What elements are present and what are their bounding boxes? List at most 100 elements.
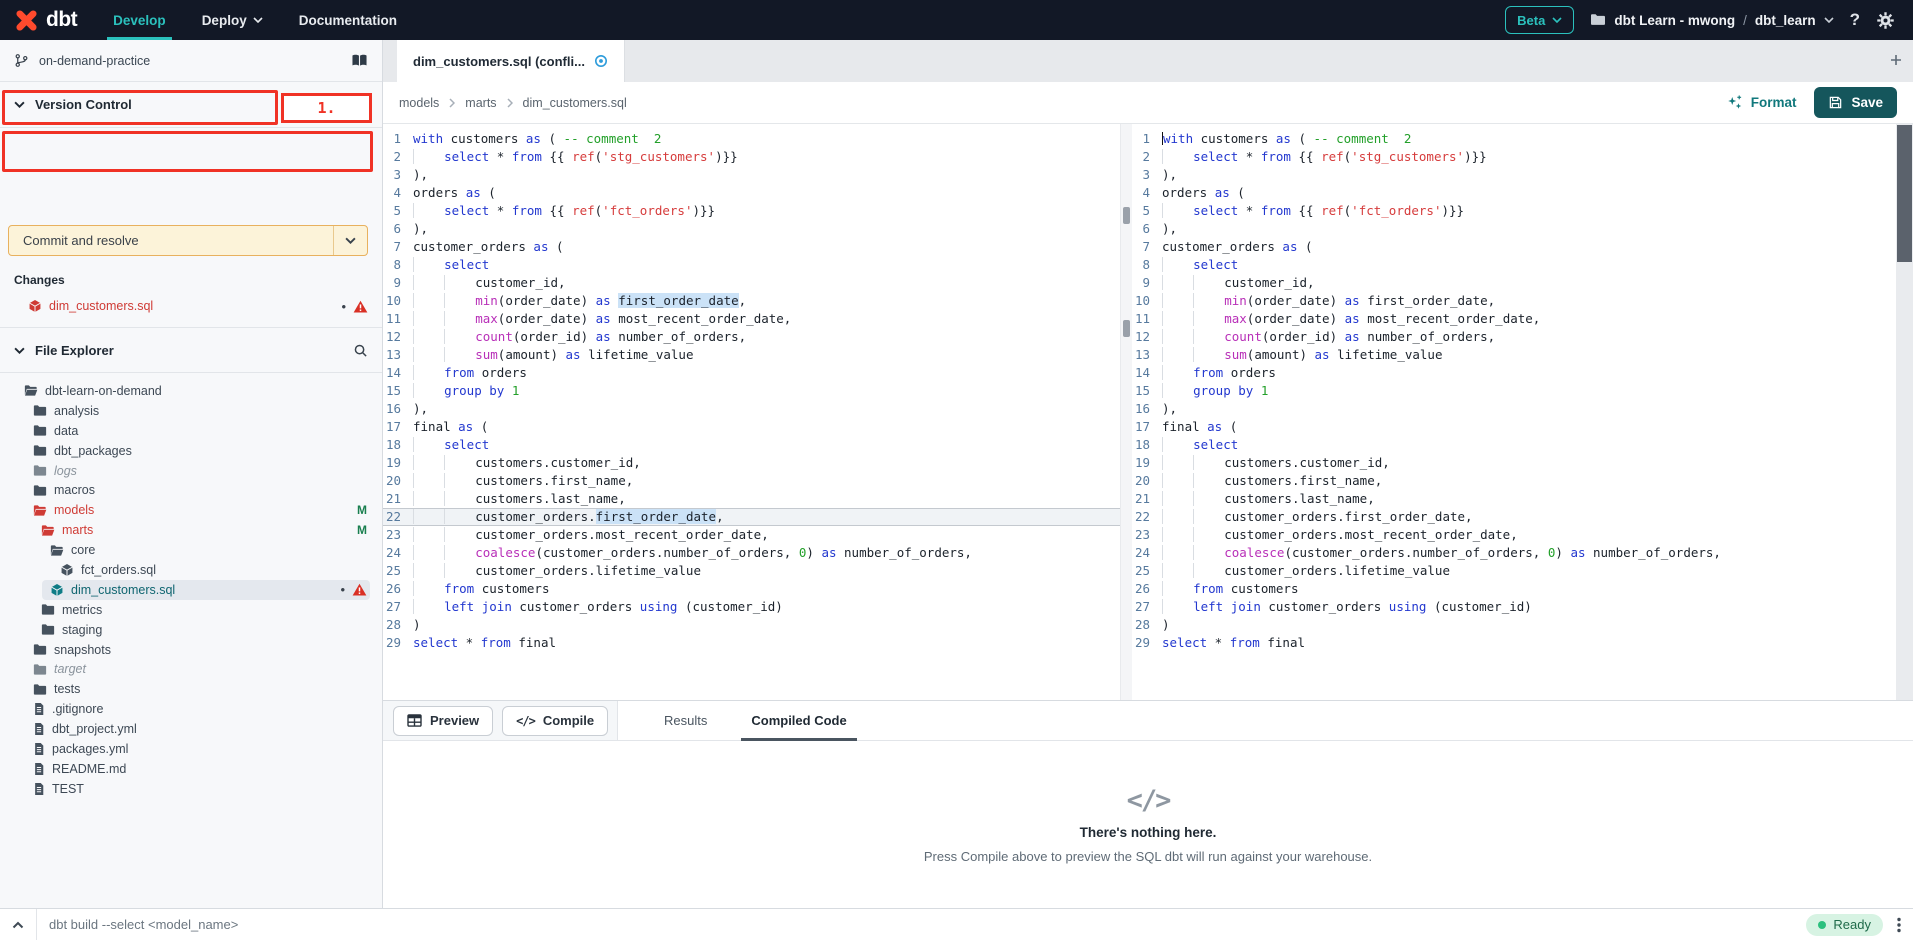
nav-develop[interactable]: Develop (95, 0, 184, 40)
code-line[interactable]: 19 customers.customer_id, (383, 454, 1120, 472)
tree-item-models[interactable]: modelsM (25, 500, 370, 520)
tree-item-data[interactable]: data (25, 421, 370, 441)
version-control-header[interactable]: Version Control (0, 82, 382, 128)
code-line[interactable]: 17final as ( (1132, 418, 1896, 436)
code-line[interactable]: 16), (1132, 400, 1896, 418)
code-line[interactable]: 24 coalesce(customer_orders.number_of_or… (383, 544, 1120, 562)
code-line[interactable]: 2 select * from {{ ref('stg_customers')}… (1132, 148, 1896, 166)
changed-file-row[interactable]: dim_customers.sql• (0, 295, 382, 317)
tree-item-target[interactable]: target (25, 659, 370, 679)
nav-deploy[interactable]: Deploy (184, 0, 281, 40)
code-line[interactable]: 27 left join customer_orders using (cust… (383, 598, 1120, 616)
docs-book-icon[interactable] (351, 53, 368, 68)
code-line[interactable]: 11 max(order_date) as most_recent_order_… (1132, 310, 1896, 328)
code-line[interactable]: 14 from orders (383, 364, 1120, 382)
dbt-logo[interactable]: dbt (0, 8, 95, 33)
code-line[interactable]: 14 from orders (1132, 364, 1896, 382)
code-line[interactable]: 10 min(order_date) as first_order_date, (1132, 292, 1896, 310)
tree-item--gitignore[interactable]: .gitignore (25, 699, 370, 719)
code-line[interactable]: 18 select (1132, 436, 1896, 454)
code-line[interactable]: 25 customer_orders.lifetime_value (1132, 562, 1896, 580)
tree-item-marts[interactable]: martsM (33, 520, 370, 540)
beta-button[interactable]: Beta (1505, 6, 1574, 34)
code-line[interactable]: 6), (383, 220, 1120, 238)
tree-item-macros[interactable]: macros (25, 480, 370, 500)
code-line[interactable]: 1with customers as ( -- comment 2 (1132, 130, 1896, 148)
code-line[interactable]: 12 count(order_id) as number_of_orders, (1132, 328, 1896, 346)
breadcrumb-item[interactable]: marts (465, 96, 496, 110)
code-line[interactable]: 23 customer_orders.most_recent_order_dat… (383, 526, 1120, 544)
kebab-menu-icon[interactable] (1897, 917, 1901, 933)
code-line[interactable]: 28) (1132, 616, 1896, 634)
code-line[interactable]: 8 select (1132, 256, 1896, 274)
code-line[interactable]: 4orders as ( (1132, 184, 1896, 202)
tree-item-tests[interactable]: tests (25, 679, 370, 699)
tree-item-dbt-learn-on-demand[interactable]: dbt-learn-on-demand (16, 381, 370, 401)
project-picker[interactable]: dbt Learn - mwong / dbt_learn (1590, 13, 1833, 28)
format-button[interactable]: Format (1726, 94, 1797, 111)
code-line[interactable]: 18 select (383, 436, 1120, 454)
code-line[interactable]: 22 customer_orders.first_order_date, (383, 508, 1120, 526)
code-line[interactable]: 9 customer_id, (1132, 274, 1896, 292)
help-icon[interactable]: ? (1850, 10, 1860, 30)
code-line[interactable]: 2 select * from {{ ref('stg_customers')}… (383, 148, 1120, 166)
tree-item-core[interactable]: core (42, 540, 370, 560)
breadcrumb-item[interactable]: dim_customers.sql (523, 96, 627, 110)
code-line[interactable]: 26 from customers (383, 580, 1120, 598)
commit-dropdown-toggle[interactable] (333, 226, 367, 255)
code-line[interactable]: 4orders as ( (383, 184, 1120, 202)
tree-item-dbt-project-yml[interactable]: dbt_project.yml (25, 719, 370, 739)
compile-button[interactable]: </> Compile (502, 706, 608, 736)
branch-selector[interactable]: on-demand-practice (0, 40, 382, 82)
code-line[interactable]: 24 coalesce(customer_orders.number_of_or… (1132, 544, 1896, 562)
code-line[interactable]: 27 left join customer_orders using (cust… (1132, 598, 1896, 616)
code-line[interactable]: 26 from customers (1132, 580, 1896, 598)
code-line[interactable]: 20 customers.first_name, (383, 472, 1120, 490)
tree-item-readme-md[interactable]: README.md (25, 759, 370, 779)
code-line[interactable]: 5 select * from {{ ref('fct_orders')}} (1132, 202, 1896, 220)
code-line[interactable]: 15 group by 1 (383, 382, 1120, 400)
code-line[interactable]: 16), (383, 400, 1120, 418)
preview-button[interactable]: Preview (393, 706, 493, 736)
commit-and-resolve-button[interactable]: Commit and resolve (8, 225, 368, 256)
editor-pane-right[interactable]: 1with customers as ( -- comment 22 selec… (1132, 124, 1896, 700)
code-line[interactable]: 21 customers.last_name, (1132, 490, 1896, 508)
new-tab-plus-icon[interactable] (1889, 53, 1903, 67)
tree-item-packages-yml[interactable]: packages.yml (25, 739, 370, 759)
scrollbar-thumb[interactable] (1123, 207, 1130, 224)
tree-item-analysis[interactable]: analysis (25, 401, 370, 421)
command-input[interactable]: dbt build --select <model_name> (49, 917, 238, 932)
code-line[interactable]: 6), (1132, 220, 1896, 238)
tree-item-staging[interactable]: staging (33, 620, 370, 640)
code-line[interactable]: 12 count(order_id) as number_of_orders, (383, 328, 1120, 346)
search-icon[interactable] (353, 343, 368, 358)
file-explorer-header[interactable]: File Explorer (0, 327, 382, 373)
code-line[interactable]: 22 customer_orders.first_order_date, (1132, 508, 1896, 526)
code-line[interactable]: 28) (383, 616, 1120, 634)
scrollbar-thumb[interactable] (1897, 125, 1912, 262)
chevron-up-icon[interactable] (12, 921, 24, 929)
editor-pane-left[interactable]: 1with customers as ( -- comment 22 selec… (383, 124, 1120, 700)
code-line[interactable]: 29select * from final (1132, 634, 1896, 652)
code-line[interactable]: 11 max(order_date) as most_recent_order_… (383, 310, 1120, 328)
settings-gear-icon[interactable] (1876, 11, 1895, 30)
editor-left-scrollbar[interactable] (1120, 124, 1132, 700)
code-line[interactable]: 23 customer_orders.most_recent_order_dat… (1132, 526, 1896, 544)
editor-right-scrollbar[interactable] (1896, 124, 1913, 700)
code-line[interactable]: 3), (1132, 166, 1896, 184)
save-button[interactable]: Save (1814, 87, 1897, 118)
tab-dim-customers[interactable]: dim_customers.sql (confli... (397, 40, 625, 82)
code-line[interactable]: 7customer_orders as ( (1132, 238, 1896, 256)
tab-compiled-code[interactable]: Compiled Code (729, 701, 868, 740)
code-line[interactable]: 21 customers.last_name, (383, 490, 1120, 508)
code-line[interactable]: 17final as ( (383, 418, 1120, 436)
code-line[interactable]: 19 customers.customer_id, (1132, 454, 1896, 472)
tree-item-snapshots[interactable]: snapshots (25, 640, 370, 660)
code-line[interactable]: 5 select * from {{ ref('fct_orders')}} (383, 202, 1120, 220)
code-line[interactable]: 13 sum(amount) as lifetime_value (383, 346, 1120, 364)
code-line[interactable]: 13 sum(amount) as lifetime_value (1132, 346, 1896, 364)
nav-documentation[interactable]: Documentation (281, 0, 415, 40)
tree-item-logs[interactable]: logs (25, 461, 370, 481)
code-line[interactable]: 9 customer_id, (383, 274, 1120, 292)
tree-item-dim-customers-sql[interactable]: dim_customers.sql• (42, 580, 370, 600)
